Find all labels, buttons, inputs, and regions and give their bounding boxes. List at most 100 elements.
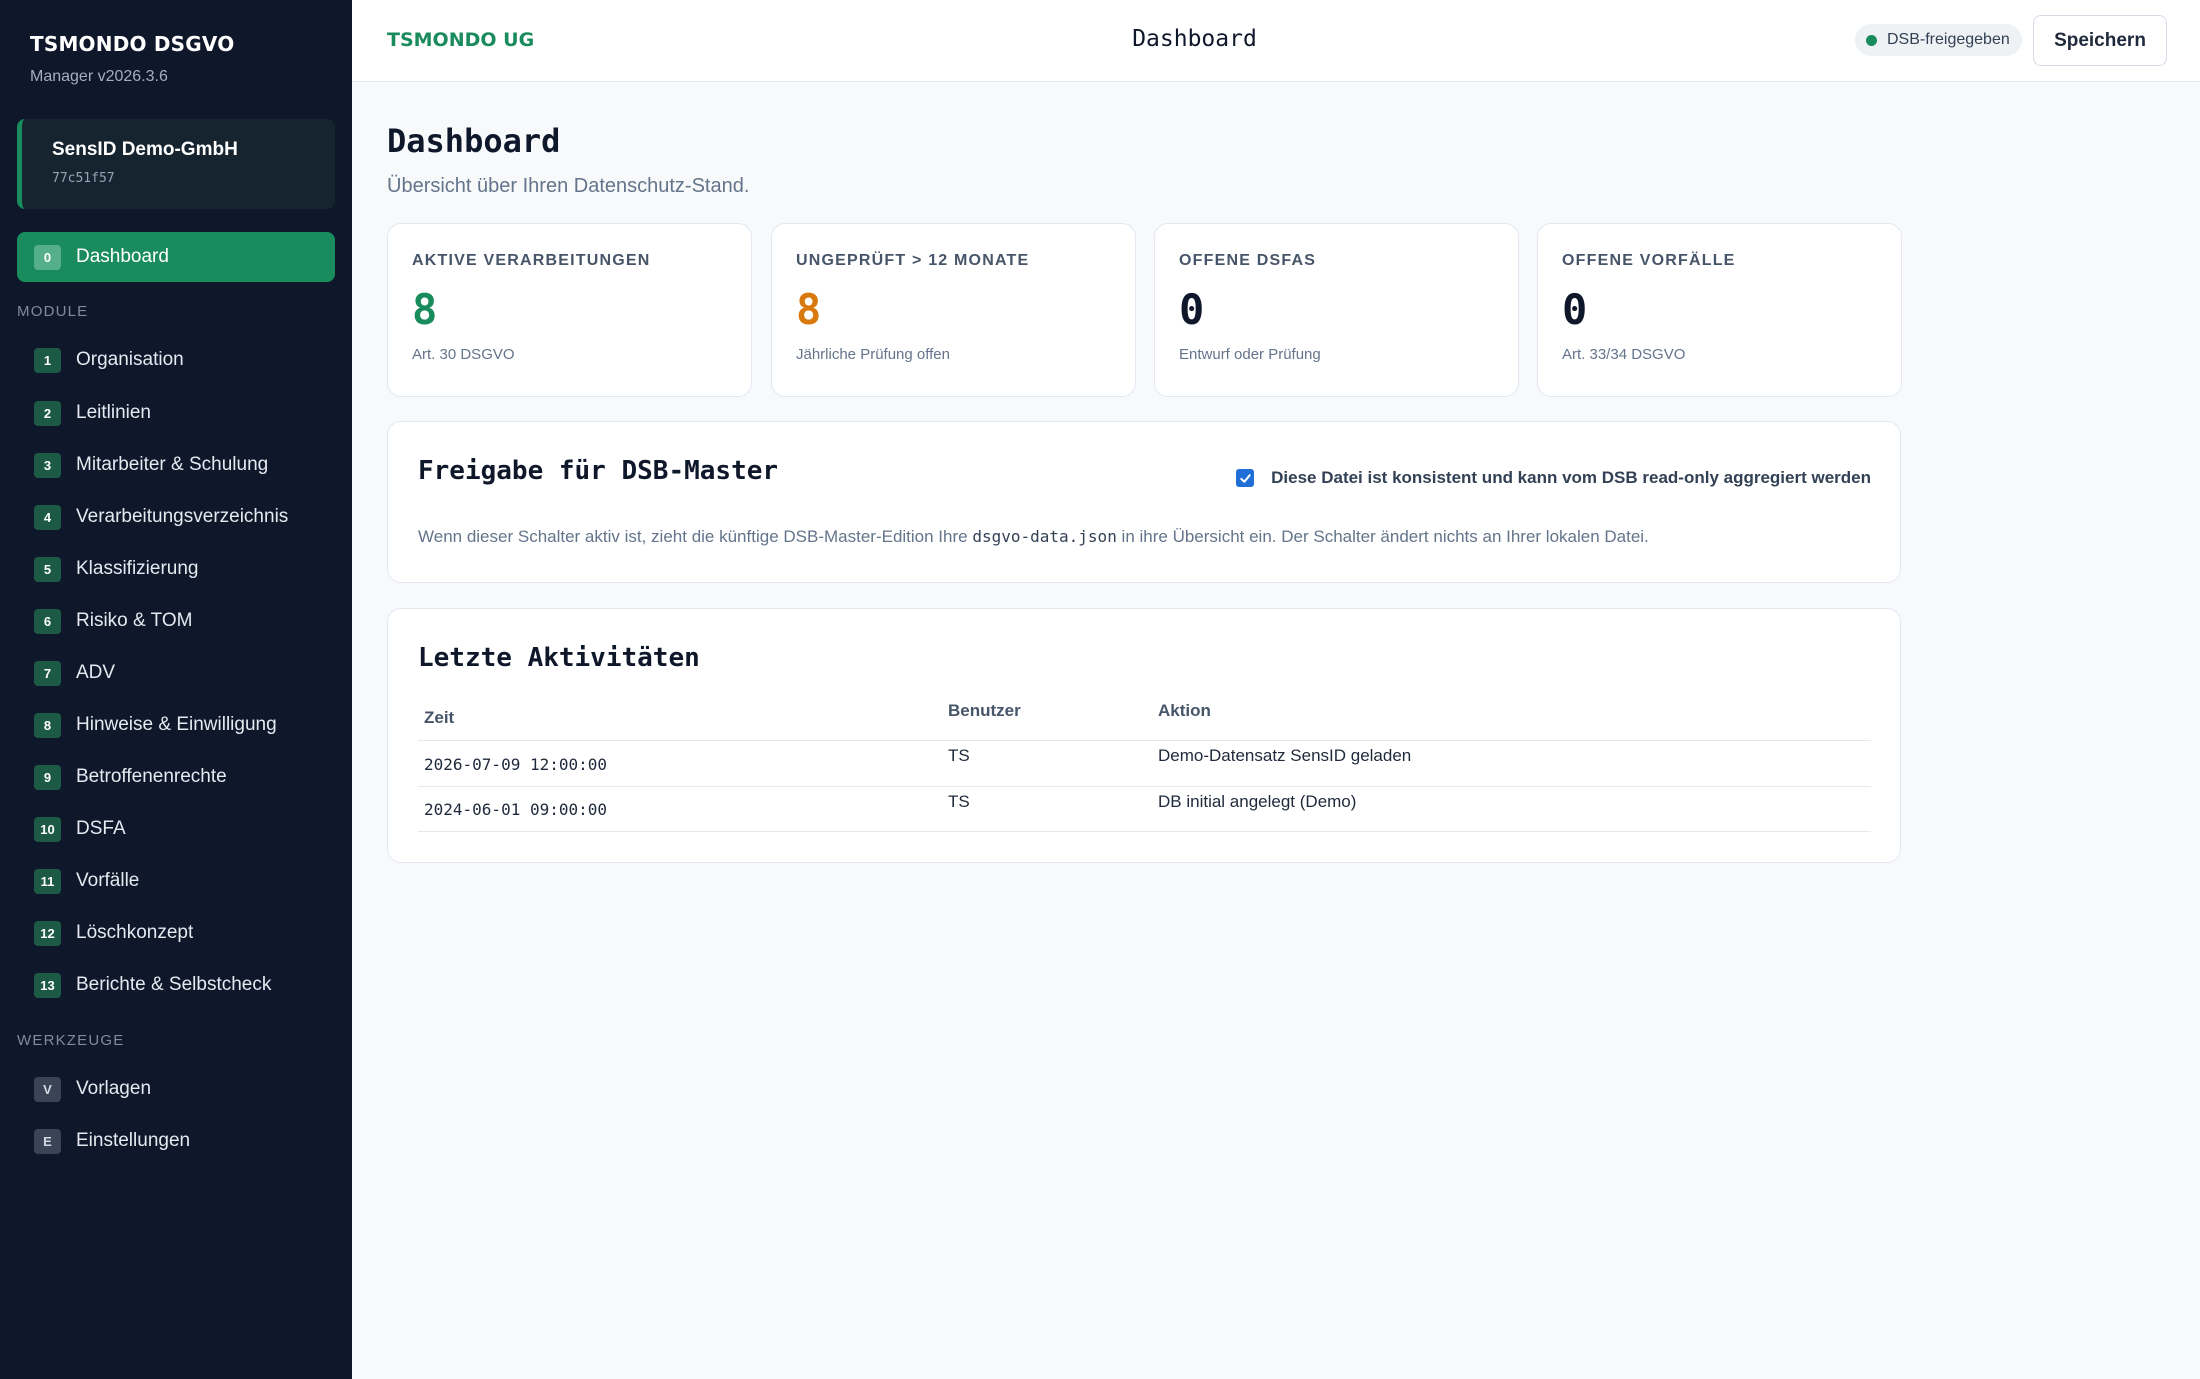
nav-number-badge: 6: [34, 608, 61, 634]
sidebar-item-verarbeitungsverzeichnis[interactable]: 4 Verarbeitungsverzeichnis: [17, 492, 335, 542]
sidebar-item-loeschkonzept[interactable]: 12 Löschkonzept: [17, 908, 335, 958]
brand-version: Manager v2026.3.6: [30, 68, 168, 85]
release-panel: Freigabe für DSB-Master Diese Datei ist …: [387, 421, 1901, 583]
nav-number-badge: 4: [34, 504, 61, 530]
status-badge: DSB-freigegeben: [1855, 24, 2022, 56]
activity-panel: Letzte Aktivitäten Zeit Benutzer Aktion …: [387, 608, 1901, 863]
release-checkbox[interactable]: [1236, 469, 1255, 487]
cell-time: 2026-07-09 12:00:00: [424, 755, 608, 774]
stat-note: Art. 30 DSGVO: [412, 346, 515, 363]
cell-user: TS: [948, 746, 970, 765]
cell-user: TS: [948, 792, 970, 811]
sidebar-item-label: Berichte & Selbstcheck: [76, 974, 272, 995]
stat-card-offene-vorfaelle: OFFENE VORFÄLLE 0 Art. 33/34 DSGVO: [1537, 223, 1902, 397]
sidebar-item-einstellungen[interactable]: E Einstellungen: [17, 1116, 335, 1166]
nav-number-badge: 5: [34, 556, 61, 582]
stat-label: AKTIVE VERARBEITUNGEN: [412, 252, 651, 269]
sidebar-item-label: Dashboard: [76, 246, 169, 267]
sidebar-item-label: Leitlinien: [76, 402, 151, 423]
nav-number-badge: 0: [34, 244, 61, 270]
sidebar: TSMONDO DSGVO Manager v2026.3.6 SensID D…: [0, 0, 352, 1379]
sidebar-item-label: DSFA: [76, 818, 126, 839]
sidebar-item-label: Betroffenenrechte: [76, 766, 227, 787]
release-description-file: dsgvo-data.json: [972, 527, 1117, 546]
stat-label: UNGEPRÜFT > 12 MONATE: [796, 252, 1030, 269]
save-button[interactable]: Speichern: [2033, 15, 2167, 66]
sidebar-item-vorfaelle[interactable]: 11 Vorfälle: [17, 856, 335, 906]
nav-number-badge: 3: [34, 452, 61, 478]
sidebar-item-dsfa[interactable]: 10 DSFA: [17, 804, 335, 854]
release-description-after: in ihre Übersicht ein. Der Schalter ände…: [1116, 527, 1649, 546]
nav-number-badge: 1: [34, 347, 61, 373]
sidebar-item-label: Verarbeitungsverzeichnis: [76, 506, 289, 527]
stat-note: Art. 33/34 DSGVO: [1562, 346, 1686, 363]
nav-number-badge: 8: [34, 712, 61, 738]
sidebar-item-adv[interactable]: 7 ADV: [17, 648, 335, 698]
sidebar-item-hinweise-einwilligung[interactable]: 8 Hinweise & Einwilligung: [17, 700, 335, 750]
stat-value: 8: [412, 285, 438, 334]
stat-note: Entwurf oder Prüfung: [1179, 346, 1321, 363]
cell-action: Demo-Datensatz SensID geladen: [1158, 746, 1412, 765]
nav-letter-badge: E: [34, 1128, 61, 1154]
topbar-title: Dashboard: [1132, 26, 1257, 52]
table-divider: [418, 740, 1871, 741]
sidebar-item-label: Organisation: [76, 349, 184, 370]
sidebar-item-betroffenenrechte[interactable]: 9 Betroffenenrechte: [17, 752, 335, 802]
release-description: Wenn dieser Schalter aktiv ist, zieht di…: [418, 527, 1649, 547]
sidebar-item-label: Klassifizierung: [76, 558, 199, 579]
sidebar-item-label: Vorlagen: [76, 1078, 152, 1099]
release-description-before: Wenn dieser Schalter aktiv ist, zieht di…: [418, 527, 973, 546]
stat-card-offene-dsfas: OFFENE DSFAS 0 Entwurf oder Prüfung: [1154, 223, 1519, 397]
release-checkbox-row[interactable]: Diese Datei ist konsistent und kann vom …: [1236, 468, 1871, 488]
status-dot-icon: [1866, 34, 1877, 46]
section-heading-module: MODULE: [17, 303, 89, 320]
column-header-benutzer: Benutzer: [948, 701, 1021, 720]
page-subtitle: Übersicht über Ihren Datenschutz-Stand.: [387, 175, 750, 197]
stat-note: Jährliche Prüfung offen: [796, 346, 950, 363]
sidebar-item-risiko-tom[interactable]: 6 Risiko & TOM: [17, 596, 335, 646]
sidebar-item-leitlinien[interactable]: 2 Leitlinien: [17, 388, 335, 438]
sidebar-item-organisation[interactable]: 1 Organisation: [17, 335, 335, 385]
sidebar-item-mitarbeiter-schulung[interactable]: 3 Mitarbeiter & Schulung: [17, 440, 335, 490]
sidebar-item-klassifizierung[interactable]: 5 Klassifizierung: [17, 544, 335, 594]
sidebar-item-label: Risiko & TOM: [76, 610, 193, 631]
sidebar-item-label: Mitarbeiter & Schulung: [76, 454, 269, 475]
nav-number-badge: 12: [34, 920, 61, 946]
cell-time: 2024-06-01 09:00:00: [424, 800, 608, 819]
status-text: DSB-freigegeben: [1887, 31, 2010, 48]
sidebar-item-vorlagen[interactable]: V Vorlagen: [17, 1064, 335, 1114]
nav-number-badge: 2: [34, 400, 61, 426]
sidebar-item-dashboard[interactable]: 0 Dashboard: [17, 232, 335, 282]
sidebar-item-label: Löschkonzept: [76, 922, 194, 943]
nav-number-badge: 9: [34, 764, 61, 790]
stat-value: 0: [1562, 285, 1588, 334]
stat-value: 8: [796, 285, 822, 334]
stat-card-ungeprueft: UNGEPRÜFT > 12 MONATE 8 Jährliche Prüfun…: [771, 223, 1136, 397]
sidebar-item-label: Vorfälle: [76, 870, 140, 891]
brand-title: TSMONDO DSGVO: [30, 32, 235, 56]
brand: TSMONDO DSGVO Manager v2026.3.6: [30, 32, 234, 86]
sidebar-item-label: Einstellungen: [76, 1130, 191, 1151]
table-divider: [418, 786, 1871, 787]
stat-card-aktive-verarbeitungen: AKTIVE VERARBEITUNGEN 8 Art. 30 DSGVO: [387, 223, 752, 397]
stat-value: 0: [1179, 285, 1205, 334]
nav-number-badge: 7: [34, 660, 61, 686]
organization-card[interactable]: SensID Demo-GmbH 77c51f57: [17, 119, 335, 209]
sidebar-item-berichte-selbstcheck[interactable]: 13 Berichte & Selbstcheck: [17, 960, 335, 1010]
stat-label: OFFENE VORFÄLLE: [1562, 252, 1736, 269]
top-bar: TSMONDO UG Dashboard DSB-freigegeben Spe…: [352, 0, 2200, 82]
nav-letter-badge: V: [34, 1076, 61, 1102]
activity-panel-title: Letzte Aktivitäten: [418, 643, 700, 673]
sidebar-item-label: ADV: [76, 662, 116, 683]
nav-number-badge: 11: [34, 868, 61, 894]
organization-id: 77c51f57: [52, 171, 115, 186]
organization-name: SensID Demo-GmbH: [52, 139, 238, 160]
release-checkbox-label[interactable]: Diese Datei ist konsistent und kann vom …: [1271, 468, 1871, 488]
nav-number-badge: 10: [34, 816, 61, 842]
checkmark-icon: [1239, 473, 1251, 483]
table-divider: [418, 831, 1871, 832]
column-header-aktion: Aktion: [1158, 701, 1211, 720]
stat-label: OFFENE DSFAS: [1179, 252, 1317, 269]
cell-action: DB initial angelegt (Demo): [1158, 792, 1357, 811]
column-header-zeit: Zeit: [424, 708, 455, 727]
